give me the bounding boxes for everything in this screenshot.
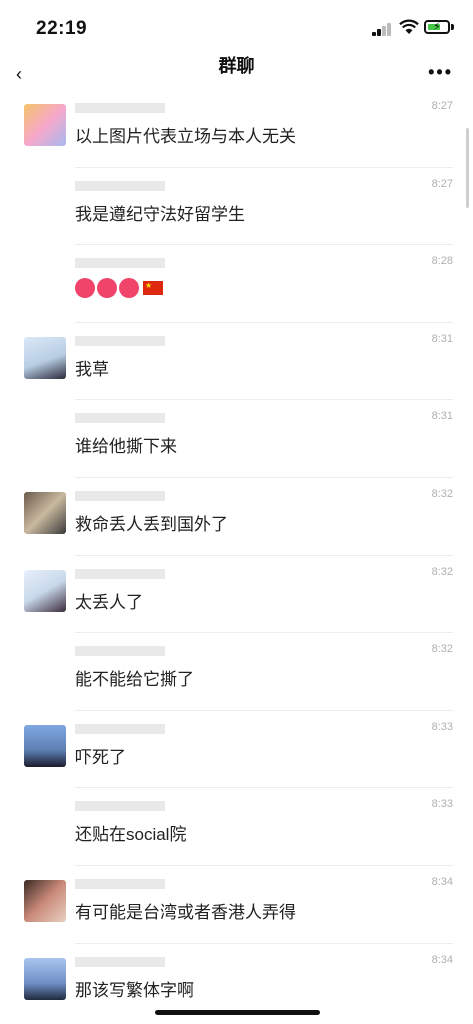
heart-icon xyxy=(119,277,139,298)
sender-name xyxy=(75,413,165,424)
china-flag-icon: ★ xyxy=(143,280,163,295)
message-row[interactable]: ★ 8:28 xyxy=(0,245,473,323)
avatar[interactable] xyxy=(24,569,66,612)
heart-icon xyxy=(97,277,117,298)
signal-icon xyxy=(372,22,394,36)
message-row[interactable]: 谁给他撕下来 8:31 xyxy=(0,400,473,478)
sender-name xyxy=(75,103,165,113)
message-time: 8:31 xyxy=(431,410,453,423)
sender-name xyxy=(75,646,165,657)
message-list[interactable]: 以上图片代表立场与本人无关 8:27 我是遵纪守法好留学生 8:27 ★ 8:2… xyxy=(0,90,473,1021)
avatar[interactable] xyxy=(24,879,66,922)
avatar[interactable] xyxy=(24,104,66,146)
chat-title: 群聊 xyxy=(218,56,255,76)
message-row[interactable]: 能不能给它撕了 8:32 xyxy=(0,633,473,711)
home-indicator[interactable] xyxy=(155,1010,320,1015)
scrollbar[interactable] xyxy=(466,128,469,208)
avatar[interactable] xyxy=(24,491,66,534)
sender-name xyxy=(75,258,165,269)
status-time: 22:19 xyxy=(36,18,88,39)
sender-name xyxy=(75,568,165,579)
wifi-icon xyxy=(399,19,419,34)
battery-icon: ⚡ xyxy=(424,20,450,34)
message-time: 8:33 xyxy=(431,720,453,733)
message-time: 8:34 xyxy=(431,875,453,888)
message-text: 吓死了 xyxy=(75,747,126,767)
more-icon[interactable]: ••• xyxy=(428,62,453,83)
sender-name xyxy=(75,801,165,812)
avatar[interactable] xyxy=(24,724,66,767)
emoji-message: ★ xyxy=(75,277,163,298)
message-text: 那该写繁体字啊 xyxy=(75,980,194,1000)
message-text: 以上图片代表立场与本人无关 xyxy=(75,127,296,146)
avatar[interactable] xyxy=(24,957,66,1000)
message-text: 救命丢人丢到国外了 xyxy=(75,514,228,534)
message-text: 我草 xyxy=(75,359,109,379)
message-row[interactable]: 我是遵纪守法好留学生 8:27 xyxy=(0,168,473,246)
message-row[interactable]: 还贴在social院 8:33 xyxy=(0,788,473,866)
message-row[interactable]: 太丢人了 8:32 xyxy=(0,556,473,634)
message-time: 8:32 xyxy=(431,565,453,578)
message-text: 谁给他撕下来 xyxy=(75,437,177,457)
sender-name xyxy=(75,956,165,967)
sender-name xyxy=(75,878,165,889)
message-time: 8:32 xyxy=(431,487,453,500)
message-time: 8:27 xyxy=(431,100,453,112)
message-row[interactable]: 吓死了 8:33 xyxy=(0,711,473,789)
message-text: 我是遵纪守法好留学生 xyxy=(75,204,245,224)
message-time: 8:34 xyxy=(431,953,453,966)
sender-name xyxy=(75,180,165,191)
message-time: 8:33 xyxy=(431,798,453,811)
sender-name xyxy=(75,723,165,734)
message-text: 太丢人了 xyxy=(75,592,143,612)
message-time: 8:28 xyxy=(431,255,453,268)
message-row[interactable]: 有可能是台湾或者香港人弄得 8:34 xyxy=(0,866,473,944)
message-row[interactable]: 我草 8:31 xyxy=(0,323,473,401)
message-row[interactable]: 以上图片代表立场与本人无关 8:27 xyxy=(0,90,473,168)
chat-header: ‹ 群聊 ••• xyxy=(0,48,473,88)
message-time: 8:32 xyxy=(431,643,453,656)
status-bar: 22:19 ⚡ xyxy=(0,0,473,48)
sender-name xyxy=(75,490,165,501)
message-text: 还贴在social院 xyxy=(75,825,187,845)
message-text: 能不能给它撕了 xyxy=(75,670,194,690)
sender-name xyxy=(75,335,165,346)
message-row[interactable]: 救命丢人丢到国外了 8:32 xyxy=(0,478,473,556)
message-text: 有可能是台湾或者香港人弄得 xyxy=(75,902,296,922)
battery-tip xyxy=(451,24,454,30)
message-time: 8:31 xyxy=(431,332,453,345)
avatar[interactable] xyxy=(24,336,66,379)
message-time: 8:27 xyxy=(431,177,453,190)
heart-icon xyxy=(75,277,95,298)
